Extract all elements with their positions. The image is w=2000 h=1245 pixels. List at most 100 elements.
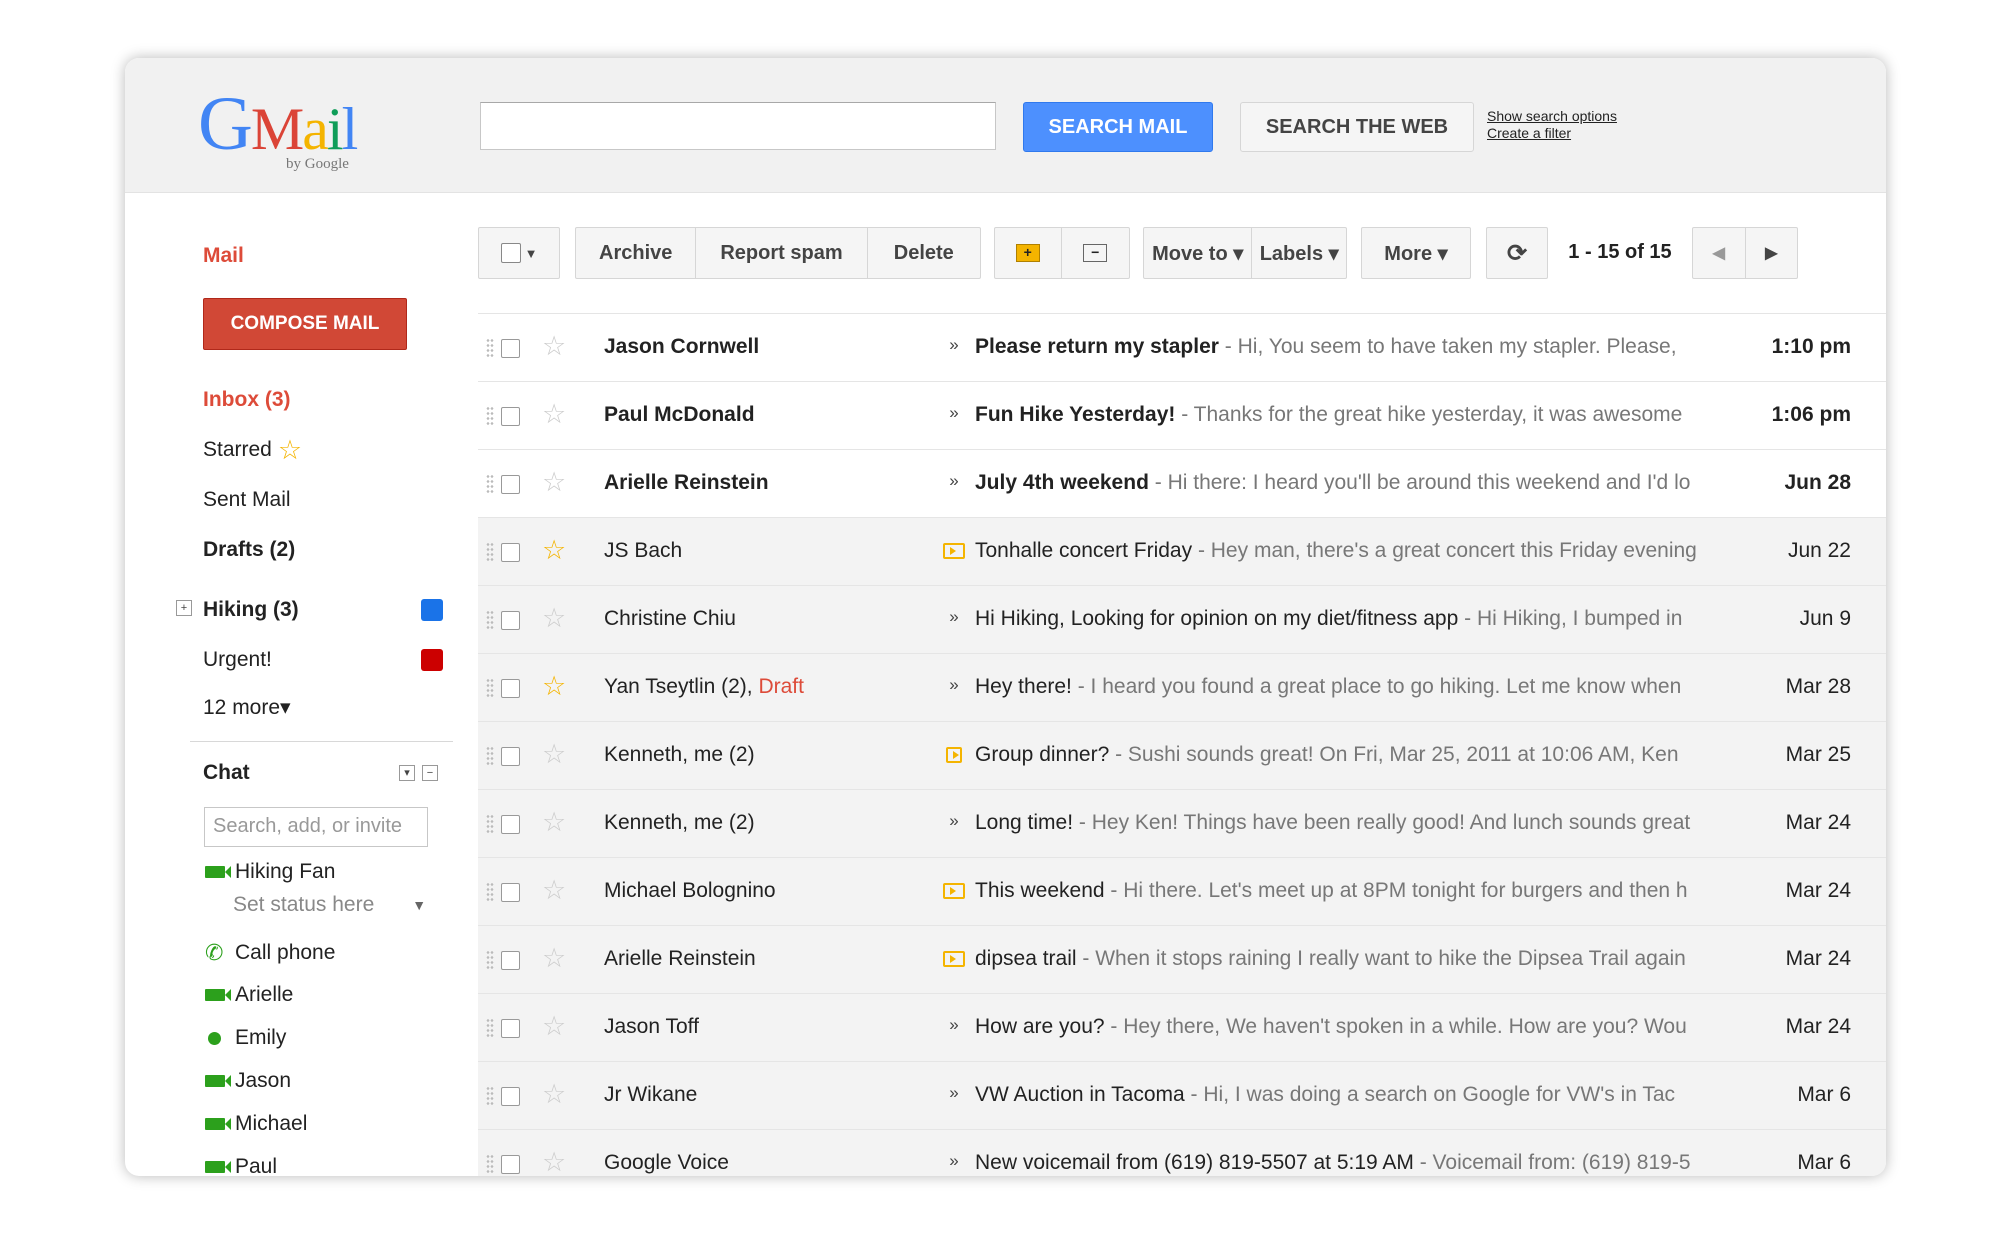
chat-search-input[interactable]: Search, add, or invite (204, 807, 428, 847)
row-checkbox[interactable] (501, 951, 520, 970)
drag-handle-icon[interactable] (486, 474, 494, 494)
search-web-button[interactable]: SEARCH THE WEB (1240, 102, 1474, 152)
email-row[interactable]: ☆ JS Bach Tonhalle concert Friday - Hey … (478, 518, 1886, 586)
labels-button[interactable]: Labels ▾ (1251, 228, 1346, 278)
chat-contact[interactable]: Jason (205, 1069, 291, 1093)
delete-button[interactable]: Delete (866, 228, 980, 278)
drag-handle-icon[interactable] (486, 610, 494, 630)
drag-handle-icon[interactable] (486, 542, 494, 562)
drag-handle-icon[interactable] (486, 746, 494, 766)
select-all-checkbox[interactable]: ▼ (478, 227, 560, 279)
star-icon[interactable]: ☆ (542, 671, 566, 702)
email-row[interactable]: ☆ Jason Toff » How are you? - Hey there,… (478, 994, 1886, 1062)
search-mail-button[interactable]: SEARCH MAIL (1023, 102, 1213, 152)
nav-label-hiking[interactable]: Hiking (3) (203, 598, 299, 622)
chat-status-select[interactable]: Set status here ▼ (233, 893, 426, 917)
importance-arrow-icon[interactable]: » (942, 1151, 966, 1171)
drag-handle-icon[interactable] (486, 678, 494, 698)
row-checkbox[interactable] (501, 815, 520, 834)
nav-drafts[interactable]: Drafts (2) (203, 538, 295, 562)
star-icon[interactable]: ☆ (542, 1147, 566, 1176)
compose-button[interactable]: COMPOSE MAIL (203, 298, 407, 350)
importance-arrow-icon[interactable]: » (942, 675, 966, 695)
prev-page-icon[interactable]: ◀ (1693, 228, 1745, 278)
drag-handle-icon[interactable] (486, 950, 494, 970)
row-checkbox[interactable] (501, 475, 520, 494)
chat-contact[interactable]: Emily (205, 1026, 286, 1050)
star-icon[interactable]: ☆ (542, 739, 566, 770)
important-marker-icon[interactable] (943, 883, 965, 899)
search-input[interactable] (480, 102, 996, 150)
create-filter-link[interactable]: Create a filter (1487, 125, 1617, 142)
row-checkbox[interactable] (501, 407, 520, 426)
email-row[interactable]: ☆ Paul McDonald » Fun Hike Yesterday! - … (478, 382, 1886, 450)
row-checkbox[interactable] (501, 339, 520, 358)
row-checkbox[interactable] (501, 1087, 520, 1106)
nav-inbox[interactable]: Inbox (3) (203, 388, 291, 412)
label-color-urgent[interactable] (421, 649, 443, 671)
star-icon[interactable]: ☆ (542, 1011, 566, 1042)
importance-arrow-icon[interactable]: » (942, 1015, 966, 1035)
drag-handle-icon[interactable] (486, 1018, 494, 1038)
importance-arrow-icon[interactable]: » (942, 1083, 966, 1103)
important-marker-icon[interactable] (946, 747, 962, 763)
drag-handle-icon[interactable] (486, 814, 494, 834)
importance-arrow-icon[interactable]: » (942, 403, 966, 423)
nav-label-urgent[interactable]: Urgent! (203, 648, 272, 672)
row-checkbox[interactable] (501, 1019, 520, 1038)
mark-important-button[interactable]: + (995, 228, 1061, 278)
drag-handle-icon[interactable] (486, 882, 494, 902)
next-page-icon[interactable]: ▶ (1744, 228, 1798, 278)
star-icon[interactable]: ☆ (542, 875, 566, 906)
star-icon[interactable]: ☆ (542, 1079, 566, 1110)
chat-self[interactable]: Hiking Fan (205, 860, 335, 884)
label-color-hiking[interactable] (421, 599, 443, 621)
minimize-icon[interactable]: − (422, 765, 438, 781)
star-icon[interactable]: ☆ (542, 535, 566, 566)
email-row[interactable]: ☆ Kenneth, me (2) » Long time! - Hey Ken… (478, 790, 1886, 858)
move-to-button[interactable]: Move to ▾ (1144, 228, 1251, 278)
drag-handle-icon[interactable] (486, 1154, 494, 1174)
important-marker-icon[interactable] (943, 951, 965, 967)
more-button[interactable]: More ▾ (1361, 227, 1471, 279)
row-checkbox[interactable] (501, 543, 520, 562)
chevron-down-icon[interactable]: ▾ (399, 765, 415, 781)
importance-arrow-icon[interactable]: » (942, 471, 966, 491)
star-icon[interactable]: ☆ (542, 399, 566, 430)
drag-handle-icon[interactable] (486, 1086, 494, 1106)
email-row[interactable]: ☆ Arielle Reinstein » July 4th weekend -… (478, 450, 1886, 518)
expand-icon[interactable]: + (176, 600, 192, 616)
show-search-options-link[interactable]: Show search options (1487, 108, 1617, 125)
email-row[interactable]: ☆ Arielle Reinstein dipsea trail - When … (478, 926, 1886, 994)
archive-button[interactable]: Archive (576, 242, 695, 265)
star-icon[interactable]: ☆ (542, 807, 566, 838)
importance-arrow-icon[interactable]: » (942, 335, 966, 355)
call-phone-item[interactable]: ✆ Call phone (205, 940, 335, 966)
star-icon[interactable]: ☆ (542, 331, 566, 362)
drag-handle-icon[interactable] (486, 406, 494, 426)
important-marker-icon[interactable] (943, 543, 965, 559)
importance-arrow-icon[interactable]: » (942, 811, 966, 831)
star-icon[interactable]: ☆ (542, 603, 566, 634)
refresh-icon[interactable]: ⟳ (1486, 227, 1548, 279)
row-checkbox[interactable] (501, 747, 520, 766)
row-checkbox[interactable] (501, 883, 520, 902)
email-row[interactable]: ☆ Michael Bolognino This weekend - Hi th… (478, 858, 1886, 926)
row-checkbox[interactable] (501, 1155, 520, 1174)
gmail-logo[interactable]: GMail by Google (198, 86, 368, 172)
row-checkbox[interactable] (501, 611, 520, 630)
star-icon[interactable]: ☆ (542, 467, 566, 498)
email-row[interactable]: ☆ Jason Cornwell » Please return my stap… (478, 314, 1886, 382)
report-spam-button[interactable]: Report spam (695, 228, 866, 278)
mark-not-important-button[interactable]: − (1060, 228, 1130, 278)
email-row[interactable]: ☆ Jr Wikane » VW Auction in Tacoma - Hi,… (478, 1062, 1886, 1130)
star-icon[interactable]: ☆ (542, 943, 566, 974)
nav-sent-mail[interactable]: Sent Mail (203, 488, 291, 512)
mail-label[interactable]: Mail (203, 244, 244, 268)
chat-contact[interactable]: Paul (205, 1155, 277, 1176)
importance-arrow-icon[interactable]: » (942, 607, 966, 627)
drag-handle-icon[interactable] (486, 338, 494, 358)
nav-more-labels[interactable]: 12 more▾ (203, 695, 291, 720)
email-row[interactable]: ☆ Christine Chiu » Hi Hiking, Looking fo… (478, 586, 1886, 654)
email-row[interactable]: ☆ Yan Tseytlin (2), Draft » Hey there! -… (478, 654, 1886, 722)
